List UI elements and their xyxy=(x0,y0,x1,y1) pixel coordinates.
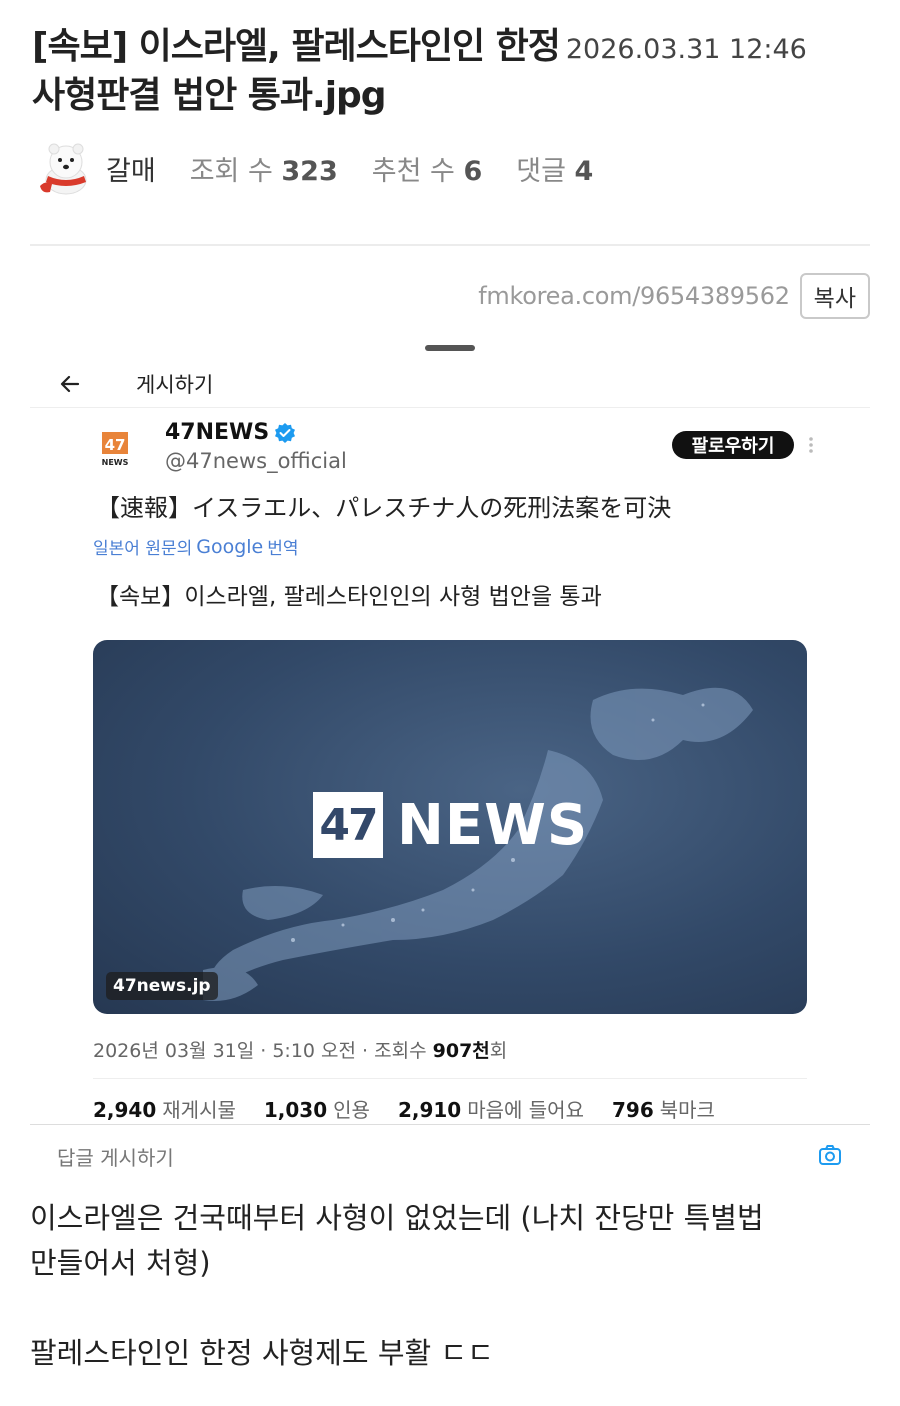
post-meta: 갈매 조회 수 323 추천 수 6 댓글 4 xyxy=(34,136,627,200)
stat-bookmarks[interactable]: 796 북마크 xyxy=(612,1094,715,1123)
tweet-media-card[interactable]: 47 NEWS 47news.jp xyxy=(93,640,807,1014)
account-logo-number: 47 xyxy=(105,436,126,454)
stat-label: 재게시물 xyxy=(162,1098,236,1122)
reply-input[interactable]: 답글 게시하기 xyxy=(57,1142,174,1171)
follow-button[interactable]: 팔로우하기 xyxy=(672,431,794,459)
account-logo[interactable]: 47 NEWS xyxy=(100,430,132,470)
post-title-line2: 사형판결 법안 통과.jpg xyxy=(32,75,387,116)
stat-count: 2,910 xyxy=(397,1098,462,1122)
likes-stat: 추천 수 6 xyxy=(372,149,483,188)
views-stat: 조회 수 323 xyxy=(190,149,338,188)
stat-label: 인용 xyxy=(333,1098,370,1122)
timestamp-text: 2026년 03월 31일 · 5:10 오전 · 조회수 xyxy=(93,1040,433,1062)
more-dots-icon[interactable] xyxy=(806,434,816,456)
reply-divider xyxy=(30,1124,870,1125)
comments-count: 4 xyxy=(574,155,594,187)
post-link-row: fmkorea.com/9654389562 복사 xyxy=(478,273,870,319)
camera-icon[interactable] xyxy=(818,1144,842,1166)
likes-count: 6 xyxy=(463,155,483,187)
views-count: 323 xyxy=(281,155,338,187)
avatar[interactable] xyxy=(34,136,98,200)
post-body: 이스라엘은 건국때부터 사형이 없었는데 (나치 잔당만 특별법 만들어서 처형… xyxy=(30,1196,870,1376)
media-logo-number: 47 xyxy=(313,792,383,858)
account-handle: @47news_official xyxy=(165,449,347,473)
media-domain-badge: 47news.jp xyxy=(106,972,218,1000)
stat-count: 1,030 xyxy=(263,1098,328,1122)
stat-likes[interactable]: 2,910 마음에 들어요 xyxy=(398,1094,584,1123)
account-name[interactable]: 47NEWS xyxy=(165,420,269,445)
stat-label: 북마크 xyxy=(659,1098,715,1122)
media-brand-logo: 47 NEWS xyxy=(313,792,588,858)
body-line: 팔레스타인인 한정 사형제도 부활 ㄷㄷ xyxy=(30,1336,494,1370)
account-logo-small: NEWS xyxy=(102,458,129,467)
post-title: [속보] 이스라엘, 팔레스타인인 한정 2026.03.31 12:46 사형판… xyxy=(32,24,882,119)
comments-stat: 댓글 4 xyxy=(516,149,593,188)
likes-label: 추천 수 xyxy=(371,155,455,187)
translate-suffix: 번역 xyxy=(267,539,299,559)
google-logo: Google xyxy=(196,535,264,558)
tweet-text-korean: 【속보】이스라엘, 팔레스타인인의 사형 법안을 통과 xyxy=(96,584,602,610)
tweet-screen-title: 게시하기 xyxy=(136,372,214,397)
translate-prefix: 일본어 원문의 xyxy=(93,539,193,559)
tweet-timestamp: 2026년 03월 31일 · 5:10 오전 · 조회수 907천회 xyxy=(93,1036,507,1063)
stat-count: 796 xyxy=(611,1098,654,1122)
view-count: 907천 xyxy=(432,1040,490,1062)
translate-link[interactable]: 일본어 원문의 Google 번역 xyxy=(93,534,299,560)
post-date: 2026.03.31 12:46 xyxy=(565,34,807,65)
polar-bear-avatar-icon xyxy=(40,143,87,195)
back-arrow-icon[interactable] xyxy=(52,366,88,402)
stats-divider xyxy=(93,1078,807,1079)
header-divider xyxy=(30,244,870,246)
tweet-stats: 2,940 재게시물 1,030 인용 2,910 마음에 들어요 796 북마크 xyxy=(93,1094,743,1123)
stat-count: 2,940 xyxy=(93,1098,157,1122)
sheet-drag-handle xyxy=(425,345,475,351)
views-label: 조회 수 xyxy=(189,155,273,187)
verified-badge-icon xyxy=(275,422,296,443)
body-line: 이스라엘은 건국때부터 사형이 없었는데 (나치 잔당만 특별법 xyxy=(30,1201,764,1235)
body-line: 만들어서 처형) xyxy=(30,1246,211,1280)
account-info: 47NEWS @47news_official xyxy=(165,420,347,473)
post-title-line1: [속보] 이스라엘, 팔레스타인인 한정 xyxy=(32,26,561,67)
media-logo-word: NEWS xyxy=(397,792,589,858)
stat-reposts[interactable]: 2,940 재게시물 xyxy=(93,1094,236,1123)
view-suffix: 회 xyxy=(489,1040,508,1062)
stat-quotes[interactable]: 1,030 인용 xyxy=(264,1094,370,1123)
tweet-text-japanese: 【速報】イスラエル、パレスチナ人の死刑法案を可決 xyxy=(96,494,672,522)
stat-label: 마음에 들어요 xyxy=(467,1098,584,1122)
author-name[interactable]: 갈매 xyxy=(106,149,156,188)
tweet-screen-header: 게시하기 xyxy=(30,360,870,408)
comments-label: 댓글 xyxy=(516,155,566,187)
copy-url-button[interactable]: 복사 xyxy=(799,273,870,319)
post-url[interactable]: fmkorea.com/9654389562 xyxy=(478,282,790,310)
